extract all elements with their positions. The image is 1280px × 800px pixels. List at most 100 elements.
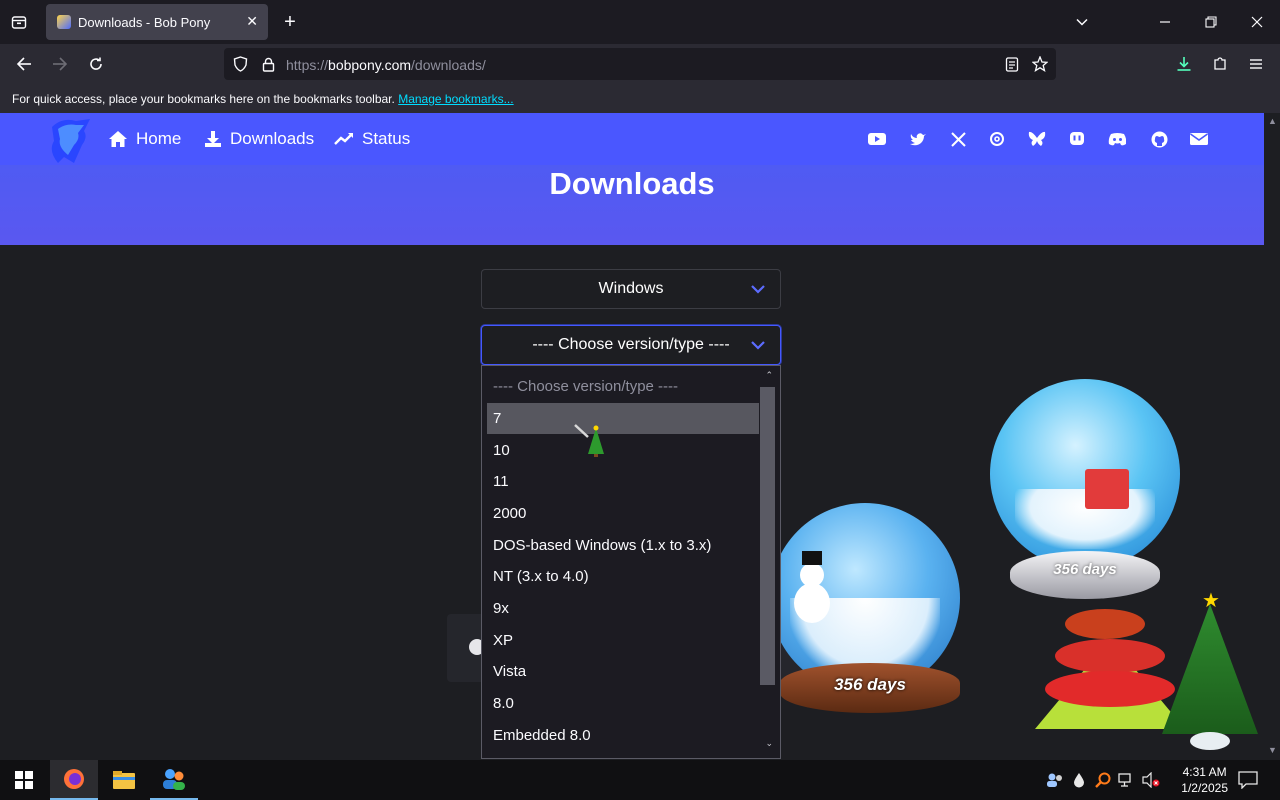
file-explorer-taskbar-icon[interactable] — [100, 760, 148, 800]
dropdown-option[interactable]: XP — [487, 625, 759, 656]
browser-tab-strip: Downloads - Bob Pony ✕ + — [0, 0, 1280, 44]
forward-icon[interactable] — [50, 54, 70, 74]
reload-icon[interactable] — [86, 54, 106, 74]
twitter-icon[interactable] — [909, 130, 927, 148]
clock-date: 1/2/2025 — [1181, 781, 1228, 795]
back-icon[interactable] — [14, 54, 34, 74]
dropdown-scrollbar-thumb[interactable] — [760, 387, 775, 685]
dropdown-option[interactable]: DOS-based Windows (1.x to 3.x) — [487, 530, 759, 561]
scroll-up-arrow-icon[interactable]: ⌃ — [765, 370, 773, 381]
dropdown-option[interactable]: Embedded 8.0 — [487, 720, 759, 751]
search-tray-icon[interactable] — [1095, 772, 1111, 788]
scroll-down-arrow-icon[interactable]: ⌄ — [765, 738, 773, 749]
extensions-puzzle-icon[interactable] — [1210, 54, 1230, 74]
firefox-taskbar-icon[interactable] — [50, 760, 98, 800]
nav-home-label: Home — [136, 129, 182, 148]
site-logo[interactable] — [44, 117, 96, 165]
minimize-icon[interactable] — [1156, 12, 1174, 32]
url-host: bobpony.com — [328, 57, 412, 73]
dropdown-option[interactable]: 9x — [487, 593, 759, 624]
downloads-toolbar-icon[interactable] — [1174, 54, 1194, 74]
network-people-tray-icon[interactable] — [1046, 772, 1064, 788]
tracking-protection-shield-icon[interactable] — [232, 56, 248, 72]
bookmarks-hint-text: For quick access, place your bookmarks h… — [12, 92, 395, 106]
dropdown-option[interactable]: NT (3.x to 4.0) — [487, 561, 759, 592]
page-title: Downloads — [549, 166, 715, 201]
christmas-tree-image: ★ — [1162, 588, 1258, 753]
nav-downloads[interactable]: Downloads — [204, 129, 314, 149]
url-scheme: https:// — [286, 57, 329, 73]
windows-taskbar: 4:31 AM 1/2/2025 — [0, 760, 1280, 800]
close-window-icon[interactable] — [1248, 12, 1266, 32]
gift-box-icon — [1085, 469, 1129, 509]
dropdown-option-highlighted[interactable]: 7 — [487, 403, 759, 434]
chevron-down-icon — [751, 285, 765, 294]
menu-hamburger-icon[interactable] — [1246, 54, 1266, 74]
bluesky-icon[interactable] — [1028, 130, 1046, 148]
tab-list-icon[interactable] — [8, 12, 30, 32]
url-path: /downloads/ — [411, 57, 486, 73]
address-bar[interactable]: https://bobpony.com/downloads/ — [224, 48, 1056, 80]
url-text[interactable]: https://bobpony.com/downloads/ — [286, 57, 486, 73]
bookmarks-hint: For quick access, place your bookmarks h… — [12, 92, 514, 106]
version-select-value: ---- Choose version/type ---- — [532, 336, 730, 353]
reader-view-icon[interactable] — [1004, 56, 1020, 72]
site-navbar: Home Downloads Status — [0, 113, 1264, 165]
restore-icon[interactable] — [1202, 12, 1220, 32]
bookmark-star-icon[interactable] — [1032, 56, 1048, 72]
new-tab-icon[interactable]: + — [280, 11, 300, 33]
version-select[interactable]: ---- Choose version/type ---- — [481, 325, 781, 365]
scroll-down-arrow-icon[interactable]: ▼ — [1268, 745, 1277, 755]
x-icon[interactable] — [949, 130, 967, 148]
page-header-banner: Home Downloads Status Downloads — [0, 113, 1264, 245]
page-scrollbar[interactable]: ▲ ▼ — [1264, 113, 1280, 760]
github-icon[interactable] — [1150, 130, 1168, 148]
water-drop-tray-icon[interactable] — [1072, 772, 1086, 788]
version-dropdown-list[interactable]: ---- Choose version/type ---- 7 10 11 20… — [481, 365, 781, 759]
download-icon — [205, 131, 221, 147]
threads-icon[interactable] — [988, 130, 1006, 148]
dropdown-option[interactable]: 2000 — [487, 498, 759, 529]
mastodon-icon[interactable] — [1068, 130, 1086, 148]
chart-line-icon — [334, 133, 353, 145]
star-icon: ★ — [1202, 590, 1220, 612]
os-select-value: Windows — [598, 280, 664, 297]
bookmarks-toolbar: For quick access, place your bookmarks h… — [0, 84, 1280, 113]
nav-status[interactable]: Status — [334, 129, 410, 149]
close-tab-icon[interactable]: ✕ — [246, 13, 258, 30]
youtube-icon[interactable] — [868, 130, 886, 148]
tab-title: Downloads - Bob Pony — [78, 15, 211, 30]
scroll-up-arrow-icon[interactable]: ▲ — [1268, 116, 1277, 126]
taskbar-clock[interactable]: 4:31 AM 1/2/2025 — [1181, 764, 1228, 796]
mouse-cursor-icon — [574, 424, 608, 458]
dropdown-option[interactable]: 11 — [487, 466, 759, 497]
network-tray-icon[interactable] — [1118, 772, 1136, 788]
home-icon — [109, 131, 127, 147]
dropdown-option[interactable]: Vista — [487, 656, 759, 687]
snow-globe-snowman-image: 356 days — [770, 503, 970, 733]
clock-time: 4:31 AM — [1182, 765, 1227, 779]
dropdown-scrollbar[interactable]: ⌃ ⌄ — [760, 366, 779, 758]
lock-icon[interactable] — [260, 56, 276, 72]
globe-days-label-2: 356 days — [1053, 561, 1117, 578]
chevron-down-icon — [751, 341, 765, 350]
dropdown-option[interactable]: ---- Choose version/type ---- — [487, 371, 759, 402]
nav-downloads-label: Downloads — [230, 129, 315, 148]
email-icon[interactable] — [1190, 130, 1208, 148]
list-all-tabs-chevron-icon[interactable] — [1072, 12, 1092, 32]
tab-downloads[interactable]: Downloads - Bob Pony ✕ — [46, 4, 268, 40]
windows-start-icon[interactable] — [0, 760, 48, 800]
volume-muted-tray-icon[interactable] — [1142, 771, 1160, 789]
snow-globe-gifts-image: 356 days — [985, 379, 1185, 604]
snowman-icon — [792, 551, 832, 633]
dropdown-option[interactable]: 8.0 — [487, 688, 759, 719]
os-select[interactable]: Windows — [481, 269, 781, 309]
manage-bookmarks-link[interactable]: Manage bookmarks... — [398, 92, 513, 106]
globe-days-label-1: 356 days — [834, 675, 906, 694]
people-app-taskbar-icon[interactable] — [150, 760, 198, 800]
discord-icon[interactable] — [1108, 130, 1126, 148]
nav-home[interactable]: Home — [108, 129, 181, 149]
notification-center-icon[interactable] — [1238, 771, 1258, 790]
dropdown-option[interactable]: 10 — [487, 435, 759, 466]
site-favicon-icon — [57, 15, 71, 29]
